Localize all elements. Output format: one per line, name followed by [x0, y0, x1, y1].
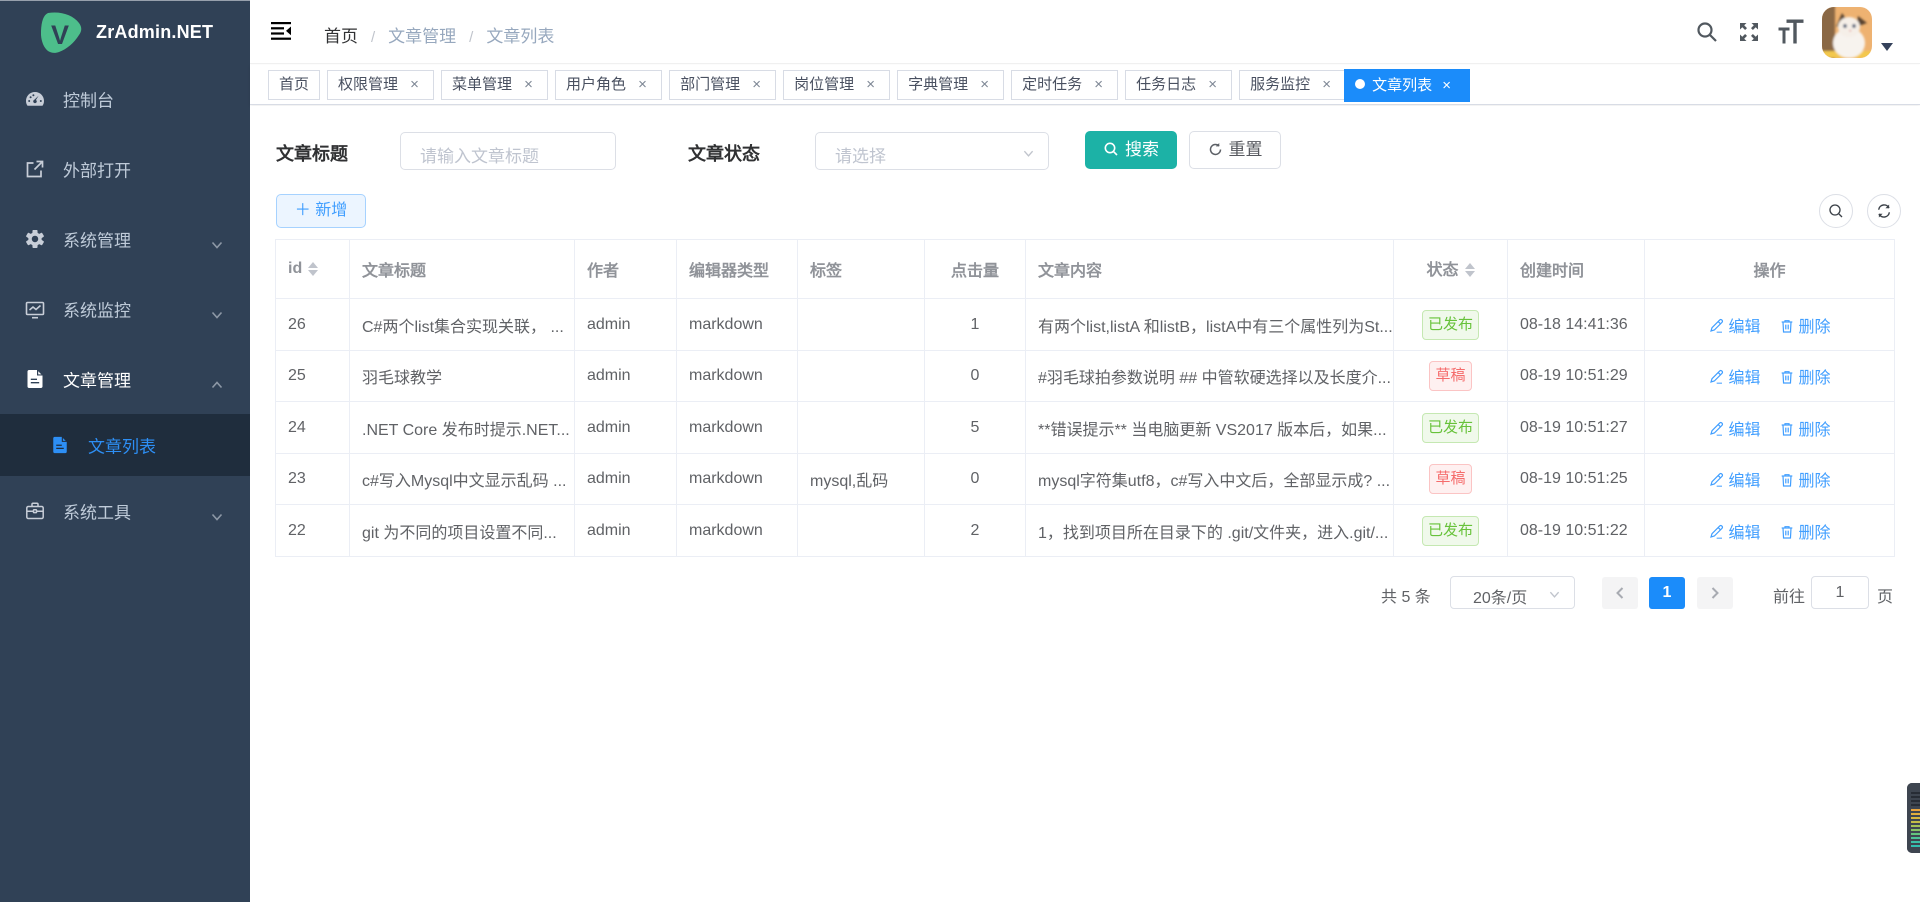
svg-text:V: V	[51, 20, 69, 50]
